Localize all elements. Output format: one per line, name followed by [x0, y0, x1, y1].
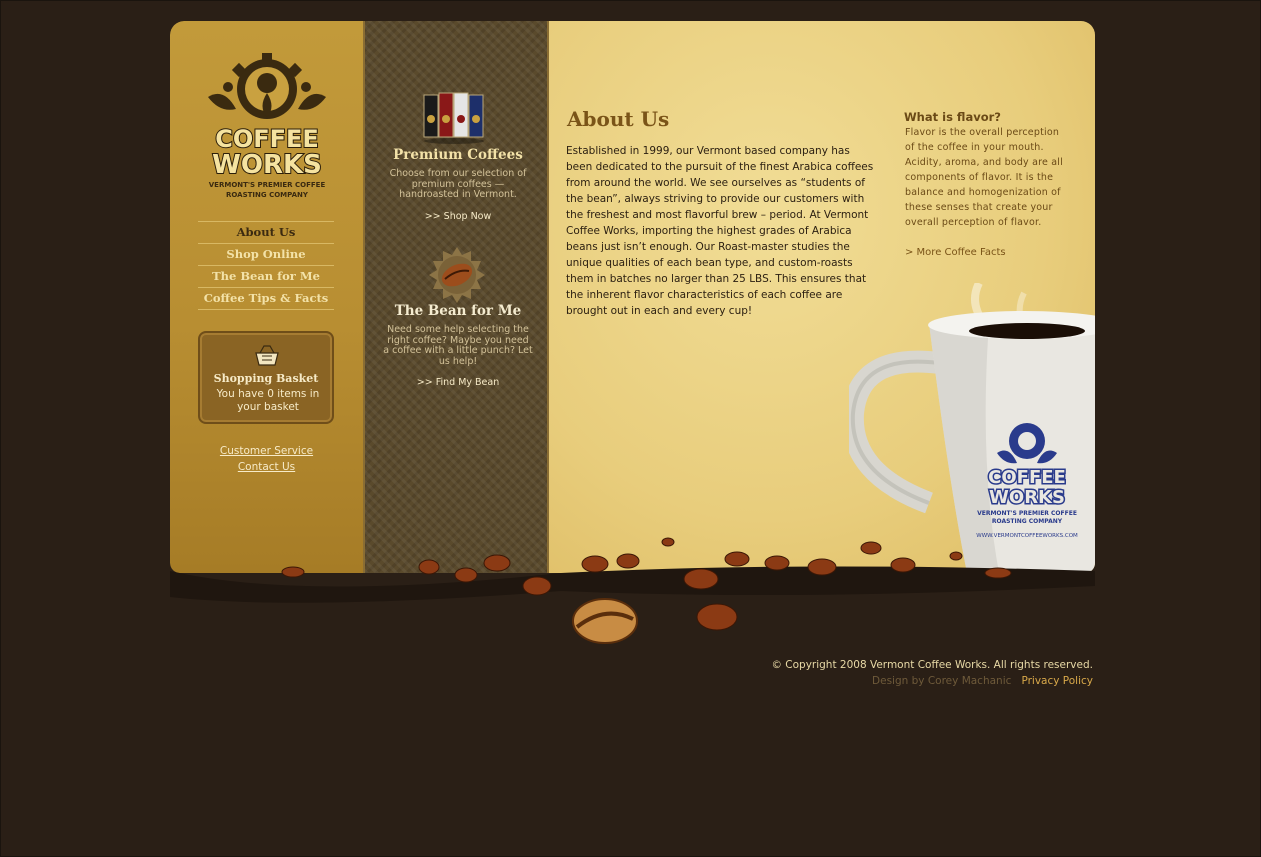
mug-logo-coffee: COFFEE — [988, 467, 1066, 488]
mug-logo-tagline-2: ROASTING COMPANY — [992, 518, 1063, 525]
about-us-body: Established in 1999, our Vermont based c… — [566, 145, 874, 317]
logo-text-works: WORKS — [212, 150, 322, 180]
bean-for-me-desc: Need some help selecting the right coffe… — [383, 324, 533, 367]
coffee-bags-image — [423, 92, 484, 144]
basket-status: You have 0 items in your basket — [216, 388, 320, 413]
design-credit[interactable]: Design by Corey Machanic — [872, 675, 1011, 687]
nav-item-coffee-tips[interactable]: Coffee Tips & Facts — [198, 288, 334, 310]
flavor-text: Flavor is the overall perception of the … — [905, 127, 1063, 228]
find-my-bean-link[interactable]: >> Find My Bean — [365, 377, 551, 388]
nav-item-bean-for-me[interactable]: The Bean for Me — [198, 266, 334, 288]
contact-us-link[interactable]: Contact Us — [170, 461, 363, 473]
main-card: COFFEE WORKS VERMONT'S PREMIER COFFEE RO… — [170, 21, 1095, 573]
coffee-works-logo[interactable]: COFFEE WORKS VERMONT'S PREMIER COFFEE RO… — [206, 47, 328, 207]
nav-item-about-us[interactable]: About Us — [198, 222, 334, 244]
flavor-title: What is flavor? — [904, 110, 1001, 124]
nav-item-shop-online[interactable]: Shop Online — [198, 244, 334, 266]
footer-separator — [1015, 675, 1018, 687]
privacy-policy-link[interactable]: Privacy Policy — [1021, 675, 1093, 687]
coffee-mug-image: COFFEE WORKS VERMONT'S PREMIER COFFEE RO… — [849, 283, 1095, 573]
logo-tagline-2: ROASTING COMPANY — [226, 191, 309, 199]
main-nav: About Us Shop Online The Bean for Me Cof… — [198, 221, 334, 310]
mug-logo-url: WWW.VERMONTCOFFEEWORKS.COM — [976, 533, 1078, 539]
logo-text-coffee: COFFEE — [215, 125, 319, 153]
premium-coffees-promo: Premium Coffees Choose from our selectio… — [365, 147, 551, 222]
page-title: About Us — [567, 107, 670, 131]
footer: © Copyright 2008 Vermont Coffee Works. A… — [771, 657, 1093, 689]
customer-service-link[interactable]: Customer Service — [170, 445, 363, 457]
more-coffee-facts-link[interactable]: > More Coffee Facts — [905, 247, 1006, 258]
left-column: COFFEE WORKS VERMONT'S PREMIER COFFEE RO… — [170, 21, 363, 573]
mug-logo-works: WORKS — [989, 487, 1065, 508]
copyright-text: © Copyright 2008 Vermont Coffee Works. A… — [771, 659, 1093, 671]
shopping-basket-box[interactable]: Shopping Basket You have 0 items in your… — [198, 331, 334, 424]
bean-for-me-promo: The Bean for Me Need some help selecting… — [365, 303, 551, 388]
shop-now-link[interactable]: >> Shop Now — [365, 211, 551, 222]
mug-logo-tagline-1: VERMONT'S PREMIER COFFEE — [977, 510, 1077, 517]
basket-icon — [255, 345, 279, 366]
premium-coffees-desc: Choose from our selection of premium cof… — [389, 168, 527, 200]
content-column: About Us Established in 1999, our Vermon… — [549, 21, 1095, 573]
bean-for-me-title[interactable]: The Bean for Me — [365, 303, 551, 319]
logo-tagline-1: VERMONT'S PREMIER COFFEE — [209, 181, 326, 189]
basket-title: Shopping Basket — [213, 372, 319, 385]
promo-column: Premium Coffees Choose from our selectio… — [363, 21, 549, 573]
premium-coffees-title[interactable]: Premium Coffees — [365, 147, 551, 163]
coffee-bean-badge-icon — [429, 247, 485, 303]
